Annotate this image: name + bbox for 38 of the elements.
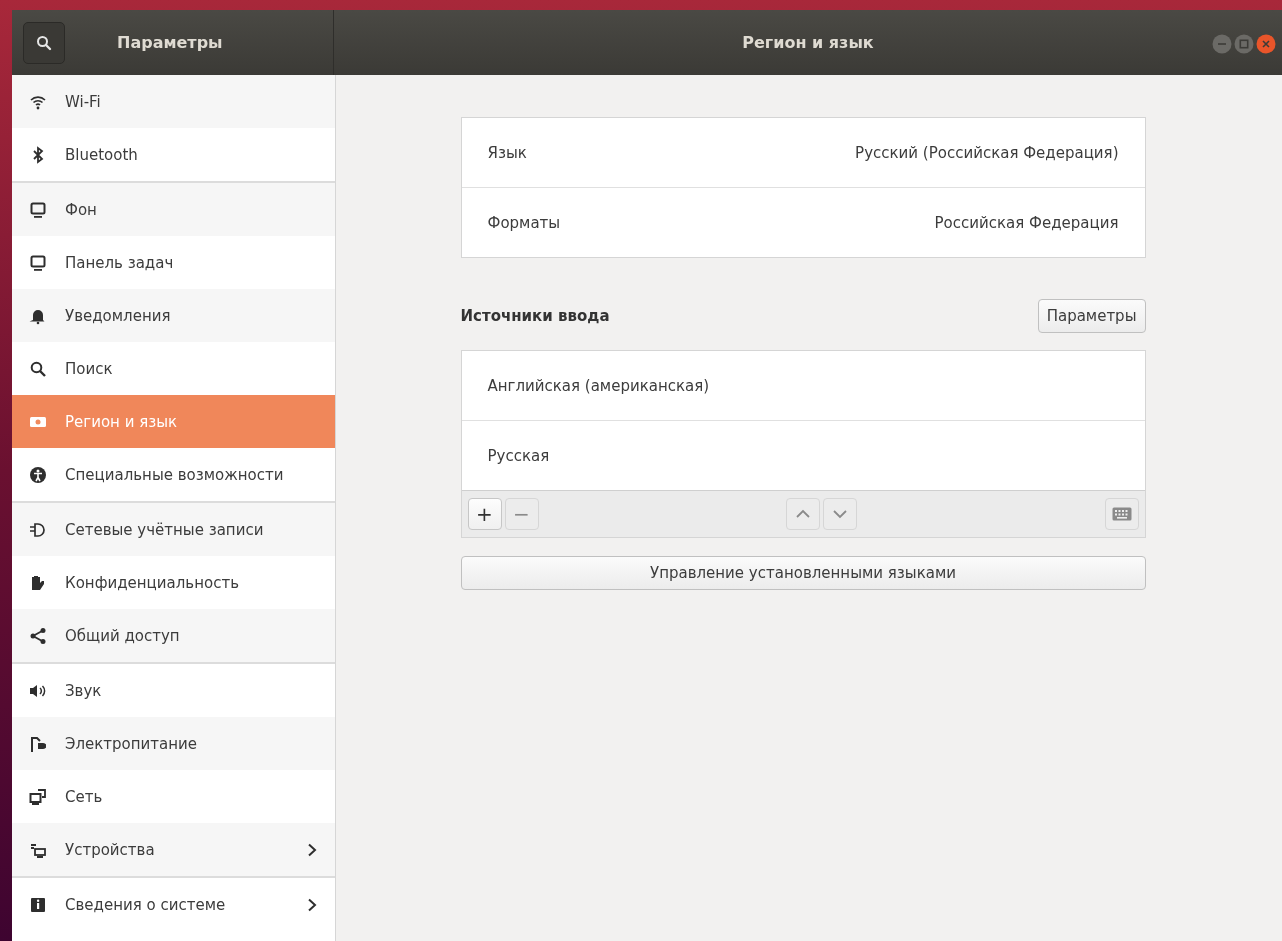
- search-icon: [29, 359, 47, 378]
- settings-row[interactable]: Язык Русский (Российская Федерация): [461, 118, 1145, 187]
- sidebar-title: Параметры: [117, 33, 223, 52]
- maximize-button[interactable]: [1234, 34, 1254, 54]
- chevron-up-icon: [795, 509, 811, 519]
- sidebar-item[interactable]: Общий доступ: [12, 609, 335, 662]
- share-icon: [29, 626, 47, 645]
- chevron-right-icon: [307, 842, 317, 857]
- search-button[interactable]: [23, 21, 65, 64]
- sidebar-item[interactable]: Электропитание: [12, 717, 335, 770]
- sidebar-item[interactable]: Сетевые учётные записи: [12, 503, 335, 556]
- monitor-icon: [29, 253, 47, 272]
- chevron-down-icon: [832, 509, 848, 519]
- sidebar-item[interactable]: Wi-Fi: [12, 75, 335, 128]
- input-source-item[interactable]: Английская (американская): [461, 351, 1145, 421]
- add-button[interactable]: +: [467, 498, 502, 530]
- close-button[interactable]: [1256, 34, 1276, 54]
- minimize-button[interactable]: [1212, 34, 1232, 54]
- info-icon: [29, 895, 47, 914]
- accessibility-icon: [29, 465, 47, 484]
- sidebar-item[interactable]: Устройства: [12, 823, 335, 876]
- window-title: Регион и язык: [742, 33, 874, 52]
- manage-languages-button[interactable]: Управление установленными языками: [460, 556, 1146, 590]
- setting-label: Язык: [487, 143, 527, 162]
- network-icon: [29, 787, 47, 806]
- setting-label: Форматы: [487, 213, 561, 232]
- monitor-icon: [29, 200, 47, 219]
- keyboard-icon: [1111, 507, 1132, 521]
- setting-value: Российская Федерация: [934, 213, 1119, 232]
- setting-value: Русский (Российская Федерация): [855, 143, 1119, 162]
- sidebar-item[interactable]: Фон: [12, 183, 335, 236]
- hand-icon: [29, 573, 47, 592]
- sidebar-item[interactable]: Уведомления: [12, 289, 335, 342]
- search-icon: [36, 34, 52, 51]
- settings-row[interactable]: Форматы Российская Федерация: [461, 187, 1145, 257]
- chevron-right-icon: [307, 897, 317, 912]
- options-button[interactable]: Параметры: [1037, 299, 1146, 333]
- section-heading: Источники ввода: [460, 307, 610, 325]
